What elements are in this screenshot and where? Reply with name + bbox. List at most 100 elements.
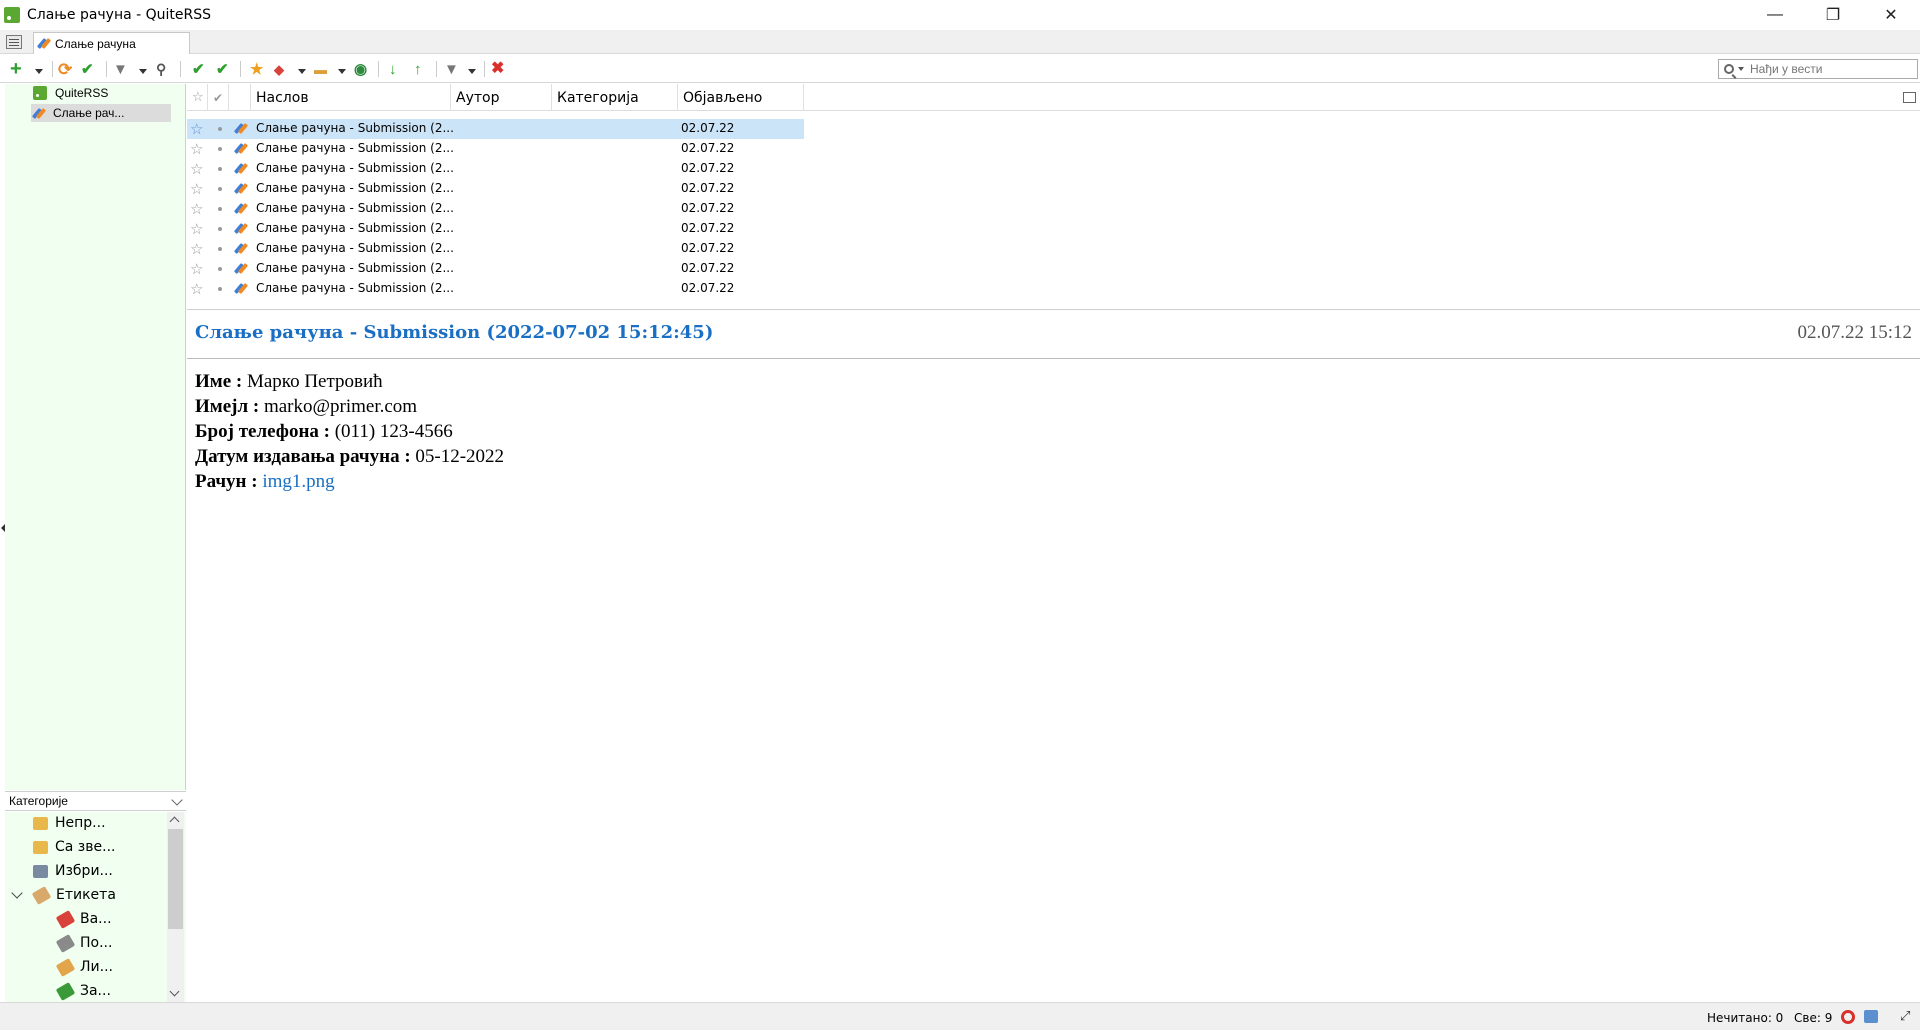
star-column-icon[interactable]: ☆ [187,84,208,111]
news-row[interactable]: ☆ Слање рачуна - Submission (2... 02.07.… [187,159,804,179]
mark-read-icon[interactable]: ✔ [192,60,205,78]
search-dropdown-icon[interactable] [1738,67,1744,71]
news-filter-icon[interactable]: ▼ [444,60,459,78]
mark-all-read-icon[interactable]: ✔ [216,60,229,78]
delete-icon[interactable]: ✖ [491,60,504,78]
status-bar: Нечитано: 0 Све: 9 ⤢ [0,1002,1920,1030]
read-status-icon[interactable] [218,287,222,291]
read-column-icon[interactable]: ✔ [208,84,229,111]
star-icon[interactable]: ☆ [190,160,203,178]
field-name: Име : Марко Петровић [195,369,1895,394]
deleted-icon [33,864,48,878]
news-row[interactable]: ☆ Слање рачуна - Submission (2... 02.07.… [187,199,804,219]
news-row[interactable]: ☆ Слање рачуна - Submission (2... 02.07.… [187,139,804,159]
window-controls: — ❐ ✕ [1746,0,1920,30]
chevron-down-icon[interactable] [11,887,23,899]
categories-header[interactable]: Категорије [5,791,186,811]
category-unread[interactable]: Непр... [33,812,106,834]
article-title[interactable]: Слање рачуна - Submission (2022-07-02 15… [195,322,713,343]
read-status-icon[interactable] [218,227,222,231]
categories-scrollbar[interactable] [167,812,184,1002]
tab-feed[interactable]: Слање рачуна [33,32,190,54]
news-row[interactable]: ☆ Слање рачуна - Submission (2... 02.07.… [187,279,804,299]
column-author[interactable]: Аутор [451,84,552,111]
tree-item-quiterss[interactable]: QuiteRSS [5,84,186,102]
star-icon[interactable]: ☆ [190,240,203,258]
read-status-icon[interactable] [218,207,222,211]
update-feeds-icon[interactable]: ⟳ [58,60,72,78]
maximize-button[interactable]: ❐ [1804,0,1862,30]
mark-feed-read-icon[interactable]: ✔ [81,60,94,78]
feed-icon [31,107,47,120]
unread-folder-icon [33,816,48,830]
main-menu-icon[interactable] [6,35,22,49]
read-status-icon[interactable] [218,187,222,191]
share-icon[interactable]: ▬ [314,60,327,78]
feed-filter-icon[interactable]: ▼ [113,60,128,78]
star-icon[interactable]: ★ [250,60,263,78]
star-icon[interactable]: ☆ [190,140,203,158]
read-status-icon[interactable] [218,267,222,271]
star-icon[interactable]: ☆ [190,260,203,278]
category-starred[interactable]: Са зве... [33,836,115,858]
read-status-icon[interactable] [218,147,222,151]
news-row[interactable]: ☆ Слање рачуна - Submission (2... 02.07.… [187,179,804,199]
column-category[interactable]: Категорија [552,84,678,111]
news-search[interactable] [1718,59,1918,79]
article-body: Име : Марко Петровић Имејл : marko@prime… [195,369,1895,494]
field-invoice: Рачун : img1.png [195,469,1895,494]
category-labels[interactable]: Етикета [11,884,116,906]
news-date: 02.07.22 [681,241,735,255]
find-feed-icon[interactable]: ⚲ [156,60,166,78]
category-label-item[interactable]: Ли... [55,956,113,978]
news-row[interactable]: ☆ Слање рачуна - Submission (2... 02.07.… [187,119,804,139]
adblock-icon[interactable] [1841,1010,1855,1024]
news-row[interactable]: ☆ Слање рачуна - Submission (2... 02.07.… [187,259,804,279]
images-icon[interactable] [1864,1010,1878,1023]
read-status-icon[interactable] [218,127,222,131]
categories-label: Категорије [9,794,68,808]
feed-column-header[interactable] [229,84,251,111]
search-input[interactable] [1750,62,1910,76]
add-feed-icon[interactable]: + [10,59,22,79]
scroll-up-icon[interactable] [169,816,180,827]
star-icon[interactable]: ☆ [190,120,203,138]
star-icon[interactable]: ☆ [190,180,203,198]
news-row[interactable]: ☆ Слање рачуна - Submission (2... 02.07.… [187,239,804,259]
add-dropdown-icon[interactable] [35,69,43,74]
close-button[interactable]: ✕ [1862,0,1920,30]
category-label: Са зве... [55,839,116,855]
category-label: По... [80,935,113,951]
rss-icon [33,86,47,100]
fullscreen-icon[interactable]: ⤢ [1900,1008,1910,1024]
share-dropdown-icon[interactable] [338,69,346,74]
read-status-icon[interactable] [218,167,222,171]
invoice-link[interactable]: img1.png [262,471,334,492]
column-title[interactable]: Наслов [251,84,451,111]
minimize-button[interactable]: — [1746,0,1804,30]
unread-count: Нечитано: 0 [1707,1011,1784,1025]
label-icon[interactable]: ◆ [274,60,284,78]
chevron-down-icon[interactable] [171,794,183,806]
feed-filter-dropdown-icon[interactable] [139,69,147,74]
star-icon[interactable]: ☆ [190,280,203,298]
tree-item-feed[interactable]: Слање рач... [31,104,171,122]
news-filter-dropdown-icon[interactable] [468,69,476,74]
label-dropdown-icon[interactable] [298,69,306,74]
category-label-item[interactable]: По... [55,932,113,954]
news-row[interactable]: ☆ Слање рачуна - Submission (2... 02.07.… [187,219,804,239]
field-label: Имејл : [195,396,260,417]
scrollbar-thumb[interactable] [168,829,183,929]
open-browser-icon[interactable]: ◉ [354,60,367,78]
columns-menu-icon[interactable] [1903,92,1916,103]
prev-unread-icon[interactable]: ↑ [414,60,422,78]
star-icon[interactable]: ☆ [190,200,203,218]
category-deleted[interactable]: Избри... [33,860,113,882]
read-status-icon[interactable] [218,247,222,251]
category-label-item[interactable]: За... [55,980,111,1002]
next-unread-icon[interactable]: ↓ [389,60,397,78]
category-label-item[interactable]: Ва... [55,908,112,930]
scroll-down-icon[interactable] [169,986,180,997]
star-icon[interactable]: ☆ [190,220,203,238]
column-published[interactable]: Објављено [678,84,804,111]
